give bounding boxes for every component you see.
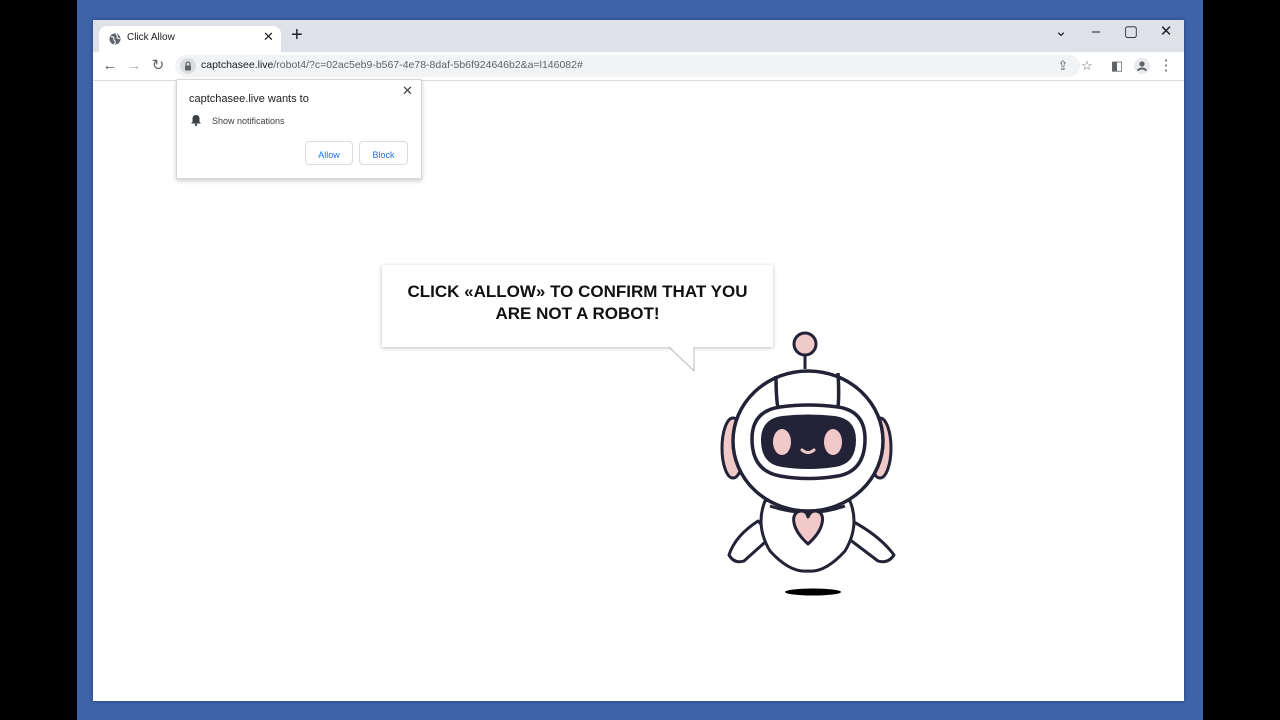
speech-bubble-tail xyxy=(668,346,695,373)
bell-icon xyxy=(191,115,201,126)
lock-icon[interactable] xyxy=(180,58,196,74)
reload-button[interactable]: ↻ xyxy=(148,56,168,76)
tab-title: Click Allow xyxy=(127,32,175,43)
notification-permission-popup: captchasee.live wants to ✕ Show notifica… xyxy=(176,79,422,179)
minimize-button[interactable]: – xyxy=(1086,23,1106,41)
permission-text: Show notifications xyxy=(212,116,285,126)
globe-icon xyxy=(109,33,121,45)
speech-bubble: CLICK «ALLOW» TO CONFIRM THAT YOU ARE NO… xyxy=(382,265,773,347)
browser-window: Click Allow ✕ + ⌄ – ▢ ✕ ← → ↻ captchasee… xyxy=(93,20,1184,701)
tab-active[interactable]: Click Allow ✕ xyxy=(99,26,281,52)
popup-close-icon[interactable]: ✕ xyxy=(402,83,413,99)
permission-heading: captchasee.live wants to xyxy=(189,93,309,105)
browser-toolbar: ← → ↻ captchasee.live/robot4/?c=02ac5eb9… xyxy=(93,52,1184,81)
tab-search-dropdown-icon[interactable]: ⌄ xyxy=(1051,23,1071,41)
block-button[interactable]: Block xyxy=(359,141,408,165)
url-host: captchasee.live xyxy=(201,59,274,71)
close-window-button[interactable]: ✕ xyxy=(1156,23,1176,41)
maximize-button[interactable]: ▢ xyxy=(1121,23,1141,41)
bookmark-star-icon[interactable]: ☆ xyxy=(1078,57,1096,75)
tab-strip: Click Allow ✕ + ⌄ – ▢ ✕ xyxy=(93,20,1184,52)
tab-close-icon[interactable]: ✕ xyxy=(263,29,274,45)
back-button[interactable]: ← xyxy=(100,56,120,76)
share-icon[interactable]: ⇪ xyxy=(1054,57,1072,75)
address-bar[interactable]: captchasee.live/robot4/?c=02ac5eb9-b567-… xyxy=(175,55,1080,77)
new-tab-button[interactable]: + xyxy=(291,24,303,46)
url-text[interactable]: captchasee.live/robot4/?c=02ac5eb9-b567-… xyxy=(201,59,583,71)
profile-avatar-icon[interactable] xyxy=(1133,57,1151,75)
menu-kebab-icon[interactable]: ⋮ xyxy=(1157,57,1175,75)
robot-illustration xyxy=(720,331,896,596)
side-panel-icon[interactable]: ◧ xyxy=(1108,57,1126,75)
forward-button[interactable]: → xyxy=(124,56,144,76)
allow-button[interactable]: Allow xyxy=(305,141,353,165)
url-path: /robot4/?c=02ac5eb9-b567-4e78-8daf-5b6f9… xyxy=(273,59,583,71)
robot-message: CLICK «ALLOW» TO CONFIRM THAT YOU ARE NO… xyxy=(407,282,748,323)
